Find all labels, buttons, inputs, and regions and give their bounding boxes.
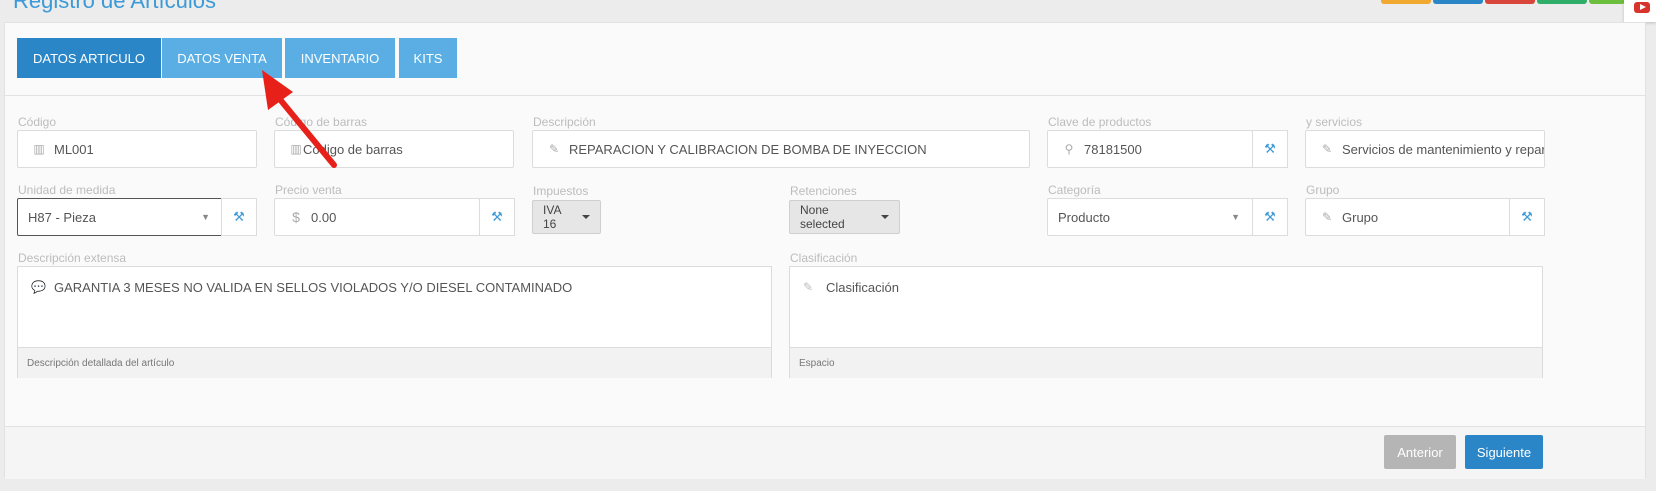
annotation-arrow-icon xyxy=(262,70,337,168)
